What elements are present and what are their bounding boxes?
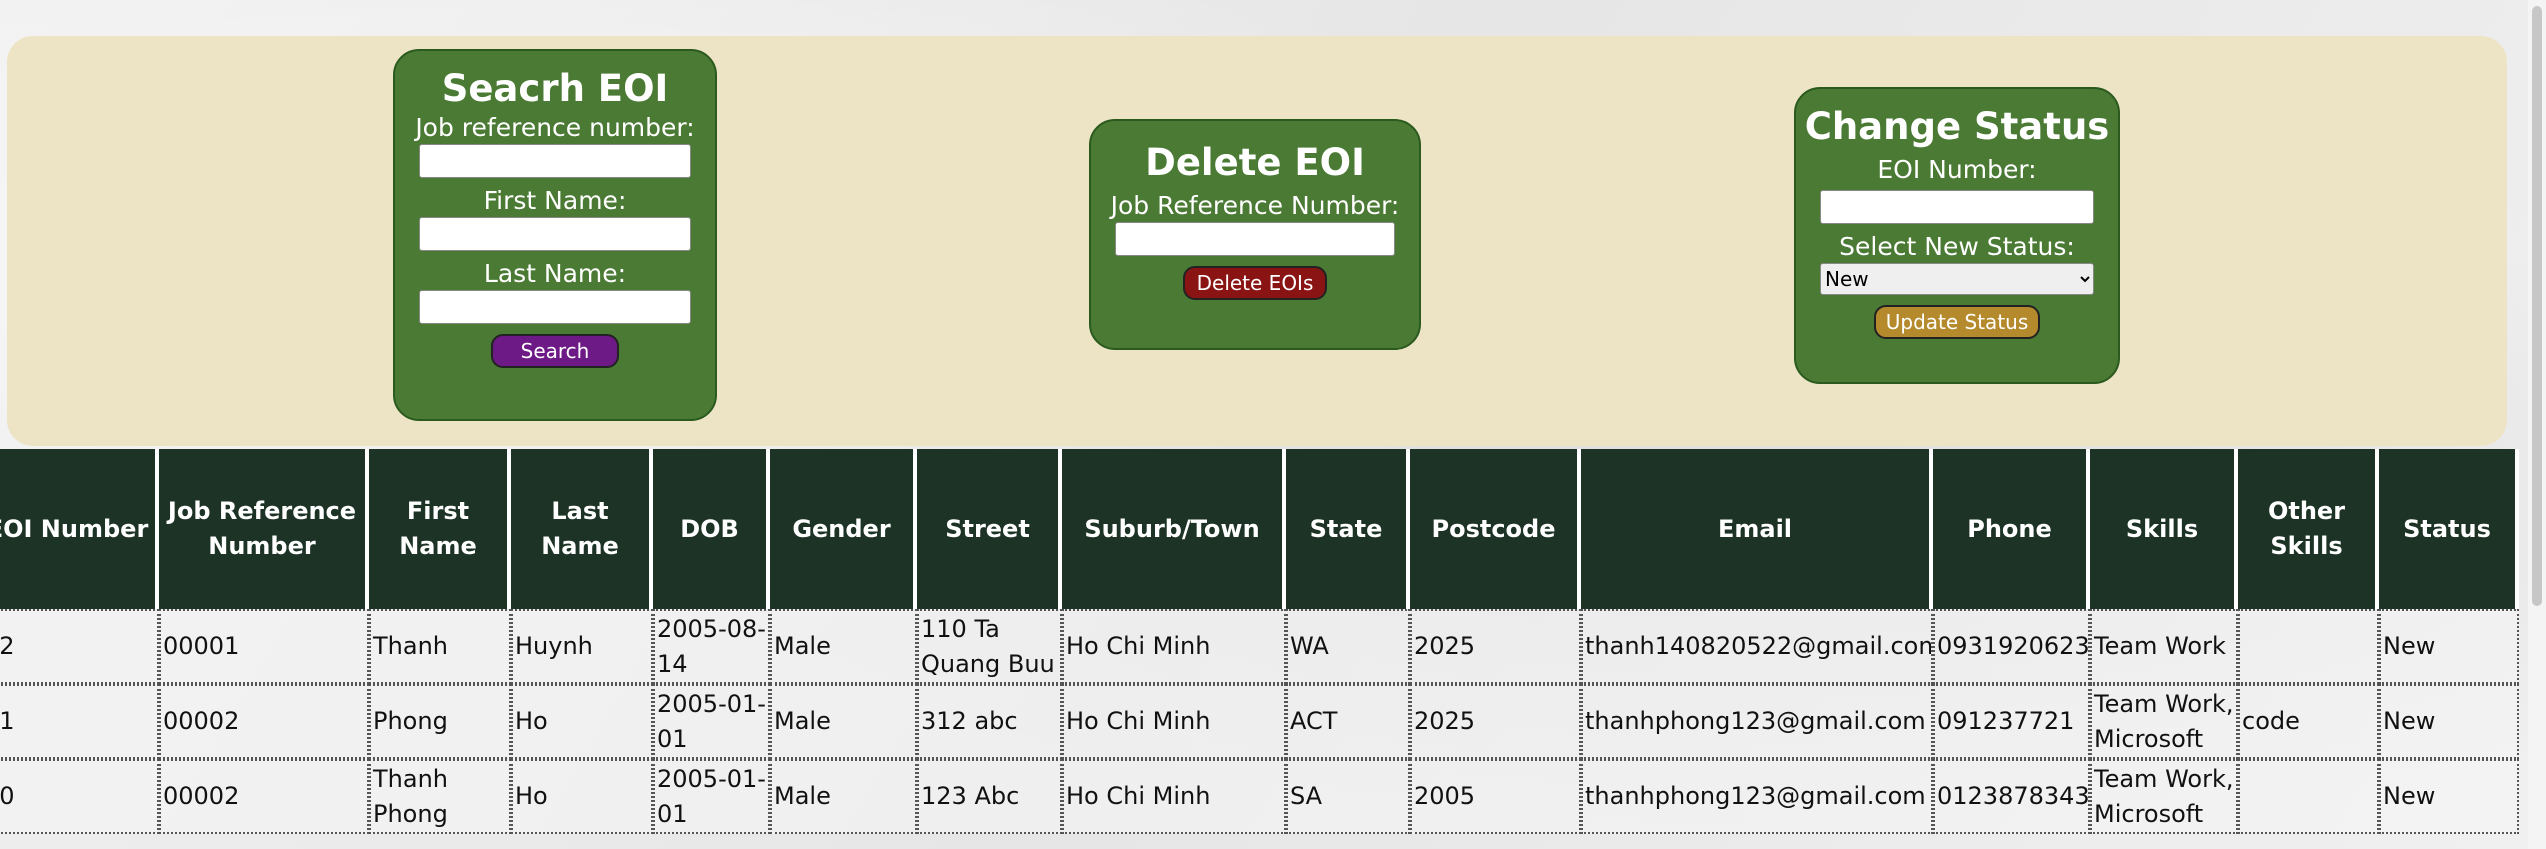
table-cell: Ho Chi Minh [1062, 759, 1286, 834]
eoi-number-label: EOI Number: [1877, 155, 2037, 184]
table-row: 1100002PhongHo2005-01-01Male312 abcHo Ch… [0, 684, 2519, 759]
table-cell: thanh140820522@gmail.com [1581, 609, 1933, 684]
delete-eois-button[interactable]: Delete EOIs [1182, 266, 1328, 300]
column-header: Status [2379, 449, 2519, 609]
column-header: Other Skills [2238, 449, 2379, 609]
first-name-label: First Name: [483, 186, 627, 215]
column-header: Street [917, 449, 1062, 609]
column-header: Postcode [1410, 449, 1581, 609]
job-reference-label: Job reference number: [415, 113, 695, 142]
table-cell: 312 abc [917, 684, 1062, 759]
search-eoi-form: Seacrh EOI Job reference number: First N… [393, 49, 717, 421]
search-button[interactable]: Search [490, 334, 620, 368]
change-status-title: Change Status [1804, 105, 2110, 148]
change-status-form: Change Status EOI Number: Select New Sta… [1794, 87, 2120, 384]
table-cell [2238, 759, 2379, 834]
table-cell: Male [770, 609, 917, 684]
table-cell: Ho Chi Minh [1062, 684, 1286, 759]
table-cell: Male [770, 684, 917, 759]
table-cell: Team Work [2090, 609, 2238, 684]
table-cell: 10 [0, 759, 159, 834]
table-cell [2238, 609, 2379, 684]
table-cell: Huynh [511, 609, 653, 684]
vertical-scrollbar[interactable] [2528, 0, 2546, 849]
delete-eoi-form: Delete EOI Job Reference Number: Delete … [1089, 119, 1421, 350]
table-cell: New [2379, 759, 2519, 834]
table-cell: 2025 [1410, 684, 1581, 759]
column-header: Skills [2090, 449, 2238, 609]
table-cell: 123 Abc [917, 759, 1062, 834]
table-cell: ACT [1286, 684, 1410, 759]
table-cell: Male [770, 759, 917, 834]
table-cell: Team Work, Microsoft [2090, 759, 2238, 834]
column-header: Email [1581, 449, 1933, 609]
table-cell: New [2379, 684, 2519, 759]
table-cell: Thanh [369, 609, 511, 684]
table-cell: Team Work, Microsoft [2090, 684, 2238, 759]
column-header: State [1286, 449, 1410, 609]
job-reference-input[interactable] [419, 144, 691, 178]
table-header-row: EOI Number Job Reference Number First Name… [0, 449, 2519, 609]
column-header: Phone [1933, 449, 2090, 609]
column-header: DOB [653, 449, 770, 609]
scrollbar-thumb[interactable] [2532, 6, 2542, 606]
table-cell: 01238783432 [1933, 759, 2090, 834]
last-name-input[interactable] [419, 290, 691, 324]
table-cell: 2005-08-14 [653, 609, 770, 684]
table-cell: thanhphong123@gmail.com [1581, 759, 1933, 834]
column-header: Job Reference Number [159, 449, 369, 609]
delete-job-reference-label: Job Reference Number: [1110, 191, 1400, 220]
table-row: 1000002Thanh PhongHo2005-01-01Male123 Ab… [0, 759, 2519, 834]
search-eoi-title: Seacrh EOI [441, 67, 669, 110]
table-cell: thanhphong123@gmail.com [1581, 684, 1933, 759]
table-cell: Phong [369, 684, 511, 759]
column-header: EOI Number [0, 449, 159, 609]
eoi-table: EOI Number Job Reference Number First Name… [0, 449, 2519, 834]
table-cell: 2025 [1410, 609, 1581, 684]
table-cell: Thanh Phong [369, 759, 511, 834]
table-cell: 00002 [159, 759, 369, 834]
table-cell: WA [1286, 609, 1410, 684]
table-cell: 00001 [159, 609, 369, 684]
table-cell: Ho Chi Minh [1062, 609, 1286, 684]
delete-job-reference-input[interactable] [1115, 222, 1395, 256]
table-cell: 2005-01-01 [653, 684, 770, 759]
table-body: 1200001ThanhHuynh2005-08-14Male110 Ta Qu… [0, 609, 2519, 834]
select-status-label: Select New Status: [1839, 232, 2075, 261]
update-status-button[interactable]: Update Status [1873, 305, 2041, 339]
table-cell: 11 [0, 684, 159, 759]
table-cell: New [2379, 609, 2519, 684]
table-cell: code [2238, 684, 2379, 759]
table-cell: 12 [0, 609, 159, 684]
column-header: Gender [770, 449, 917, 609]
last-name-label: Last Name: [483, 259, 627, 288]
column-header: Last Name [511, 449, 653, 609]
table-cell: 110 Ta Quang Buu [917, 609, 1062, 684]
table-cell: SA [1286, 759, 1410, 834]
table-cell: Ho [511, 759, 653, 834]
table-row: 1200001ThanhHuynh2005-08-14Male110 Ta Qu… [0, 609, 2519, 684]
table-cell: 0931920623 [1933, 609, 2090, 684]
table-cell: 2005-01-01 [653, 759, 770, 834]
table-cell: 00002 [159, 684, 369, 759]
table-cell: 2005 [1410, 759, 1581, 834]
table-cell: 091237721 [1933, 684, 2090, 759]
table-cell: Ho [511, 684, 653, 759]
first-name-input[interactable] [419, 217, 691, 251]
column-header: First Name [369, 449, 511, 609]
eoi-number-input[interactable] [1820, 190, 2094, 224]
status-select[interactable]: New [1820, 263, 2094, 295]
column-header: Suburb/Town [1062, 449, 1286, 609]
delete-eoi-title: Delete EOI [1145, 141, 1365, 184]
